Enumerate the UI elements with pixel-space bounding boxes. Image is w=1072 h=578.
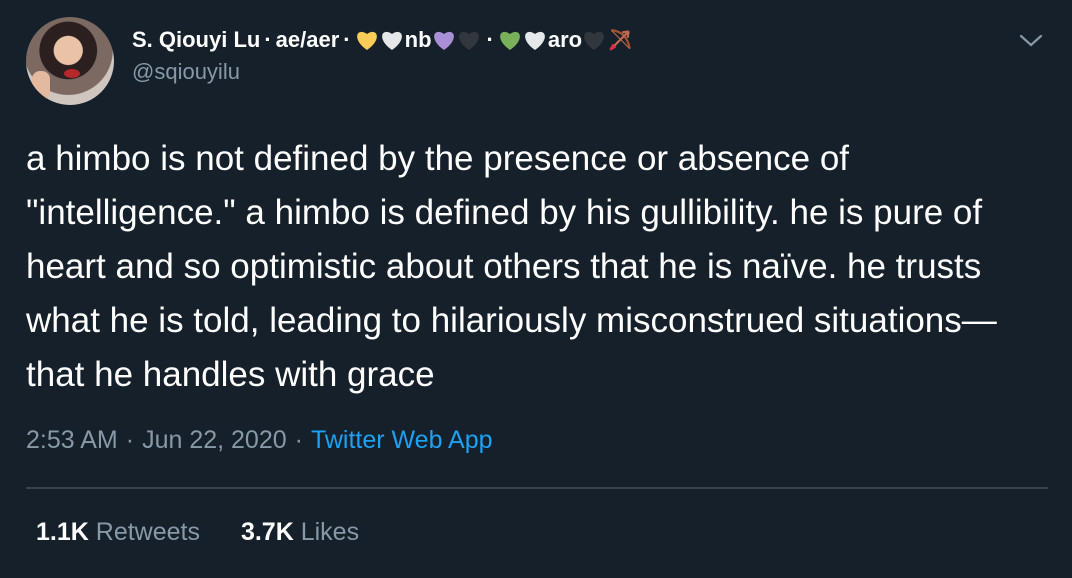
avatar[interactable] [26, 17, 114, 105]
nb-label: nb [404, 27, 432, 52]
display-name[interactable]: S. Qiouyi Lu · ae/aer · nb · aro [132, 25, 634, 55]
white-heart-icon [381, 31, 402, 50]
retweets-count: 1.1K [36, 518, 89, 546]
author-handle[interactable]: @sqiouyilu [132, 57, 634, 87]
tweet-stats: 1.1K Retweets 3.7K Likes [36, 518, 393, 547]
meta-separator: · [125, 426, 135, 454]
black-heart-icon [584, 31, 604, 50]
chevron-down-icon[interactable] [1016, 31, 1046, 51]
likes-count: 3.7K [240, 518, 294, 546]
author-pronouns: ae/aer [275, 27, 340, 52]
divider [26, 487, 1048, 489]
retweets-stat[interactable]: 1.1K Retweets [36, 518, 200, 547]
tweet-text: a himbo is not defined by the presence o… [26, 139, 997, 394]
tweet-source-link[interactable]: Twitter Web App [311, 426, 493, 454]
tweet-header: S. Qiouyi Lu · ae/aer · nb · aro @sqiouy… [26, 17, 1052, 107]
green-heart-icon [499, 31, 520, 50]
avatar-lips [64, 69, 80, 78]
retweets-label: Retweets [95, 518, 200, 546]
meta-separator: · [294, 426, 303, 454]
likes-stat[interactable]: 3.7K Likes [241, 518, 359, 547]
likes-label: Likes [300, 518, 360, 546]
name-separator: · [264, 27, 272, 52]
white-heart-icon [524, 31, 545, 50]
name-separator: · [486, 27, 494, 52]
purple-heart-icon [433, 31, 454, 50]
yellow-heart-icon [356, 31, 377, 50]
tweet-time[interactable]: 2:53 AM [26, 426, 118, 454]
black-heart-icon [458, 31, 479, 50]
tweet-meta: 2:53 AM · Jun 22, 2020 · Twitter Web App [26, 426, 493, 455]
author-name: S. Qiouyi Lu [132, 27, 261, 52]
bow-and-arrow-icon [609, 29, 631, 51]
avatar-hand [32, 71, 50, 99]
author-names[interactable]: S. Qiouyi Lu · ae/aer · nb · aro @sqiouy… [132, 25, 634, 87]
tweet-date[interactable]: Jun 22, 2020 [142, 426, 287, 454]
aro-label: aro [547, 27, 583, 52]
name-separator: · [343, 27, 351, 52]
